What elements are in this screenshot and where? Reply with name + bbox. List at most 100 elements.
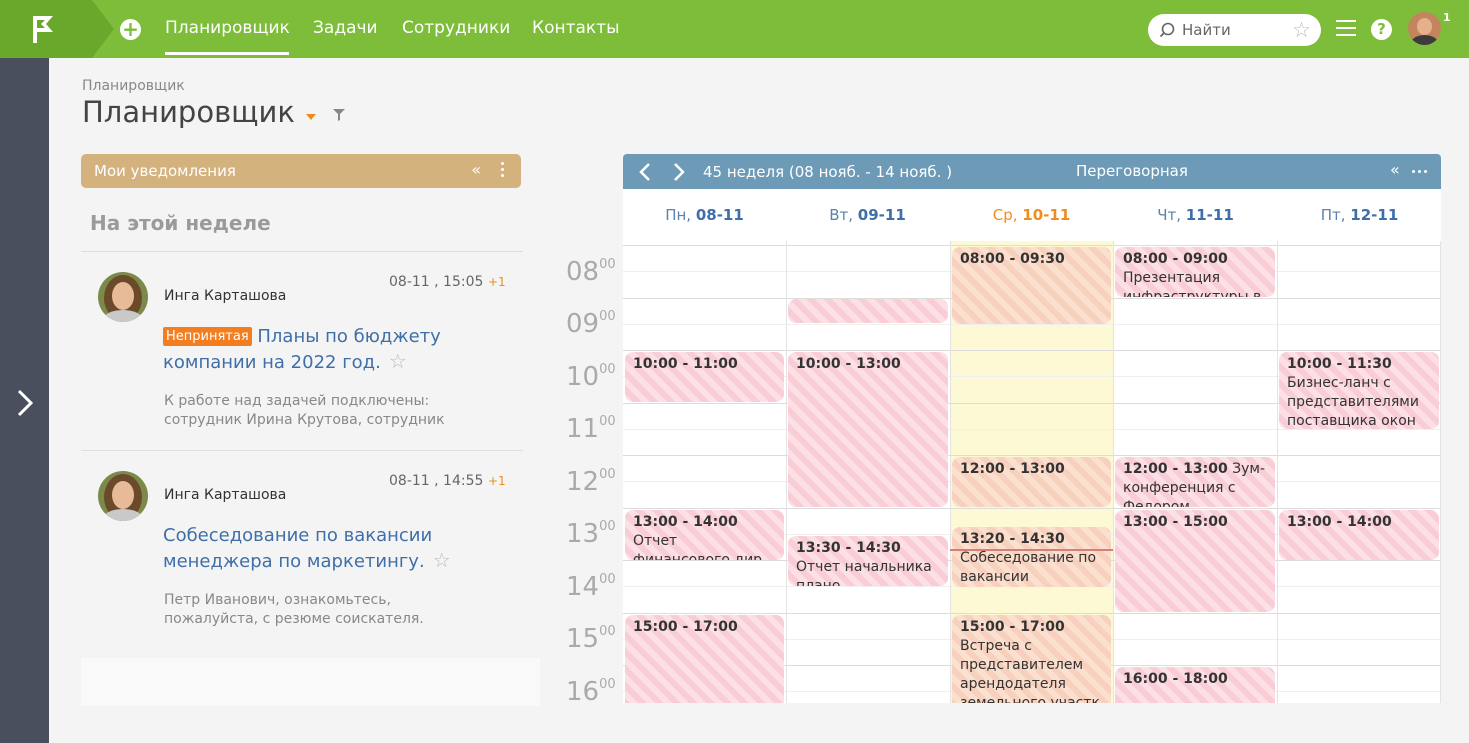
event-time: 13:00 - 14:00 bbox=[633, 514, 738, 530]
filter-icon[interactable] bbox=[333, 109, 345, 121]
hour-value: 08 bbox=[566, 257, 600, 287]
hour-minutes: 00 bbox=[599, 257, 616, 272]
day-divider bbox=[1277, 241, 1278, 703]
event[interactable]: 10:00 - 11:00 bbox=[625, 352, 784, 402]
hour-value: 16 bbox=[566, 677, 600, 707]
event[interactable]: 12:00 - 13:00 bbox=[952, 457, 1111, 507]
event[interactable]: 13:00 - 15:00 bbox=[1115, 510, 1275, 612]
day-name: Пт, bbox=[1320, 206, 1346, 224]
logo[interactable] bbox=[0, 0, 92, 58]
event[interactable]: 15:00 - 17:00 Встреча с представителем а… bbox=[952, 615, 1111, 703]
day-date: 08-11 bbox=[695, 206, 744, 224]
divider bbox=[81, 450, 523, 451]
caret-down-icon[interactable] bbox=[306, 114, 316, 120]
hour-minutes: 00 bbox=[599, 362, 616, 377]
star-icon[interactable]: ☆ bbox=[433, 548, 451, 572]
status-badge: Непринятая bbox=[163, 327, 252, 346]
hour-line bbox=[623, 350, 1441, 351]
chevron-left-icon[interactable] bbox=[638, 162, 652, 182]
notifications-title: Мои уведомления bbox=[94, 162, 236, 180]
week-range: 45 неделя (08 нояб. - 14 нояб. ) bbox=[703, 163, 953, 181]
half-hour-line bbox=[623, 429, 1441, 430]
hamburger-menu-icon[interactable] bbox=[1336, 20, 1356, 38]
event-time: 12:00 - 13:00 bbox=[960, 461, 1065, 477]
notification-plus: +1 bbox=[488, 474, 506, 488]
event-time: 13:20 - 14:30 bbox=[960, 531, 1065, 547]
day-date: 10-11 bbox=[1022, 206, 1071, 224]
chevron-right-icon[interactable] bbox=[672, 162, 686, 182]
hour-minutes: 00 bbox=[599, 677, 616, 692]
day-header[interactable]: Вт, 09-11 bbox=[786, 206, 949, 224]
hour-line bbox=[623, 455, 1441, 456]
event[interactable]: 08:00 - 09:30 bbox=[952, 247, 1111, 324]
star-icon[interactable]: ☆ bbox=[1292, 18, 1311, 42]
page-title: Планировщик bbox=[82, 95, 295, 129]
day-name: Ср, bbox=[992, 206, 1018, 224]
more-horizontal-icon[interactable] bbox=[1412, 170, 1430, 174]
event[interactable]: 15:00 - 17:00 bbox=[625, 615, 784, 703]
event[interactable]: 08:00 - 09:00 Презентация инфраструктуры… bbox=[1115, 247, 1275, 297]
hour-label: 1500 bbox=[566, 619, 616, 652]
nav-contacts[interactable]: Контакты bbox=[532, 18, 620, 38]
event-title: Отчет финансового дир bbox=[633, 533, 763, 560]
hour-value: 11 bbox=[566, 414, 600, 444]
chevron-right-icon[interactable] bbox=[15, 388, 35, 418]
nav-employees[interactable]: Сотрудники bbox=[402, 18, 510, 38]
nav-planner[interactable]: Планировщик bbox=[165, 18, 290, 38]
breadcrumb[interactable]: Планировщик bbox=[82, 78, 185, 94]
notification-author[interactable]: Инга Карташова bbox=[164, 288, 286, 304]
hour-value: 14 bbox=[566, 572, 600, 602]
notification-title[interactable]: Собеседование по вакансии менеджера по м… bbox=[163, 525, 432, 572]
collapse-icon[interactable]: « bbox=[1390, 160, 1400, 179]
day-date: 11-11 bbox=[1185, 206, 1234, 224]
notification-time: 08-11 , 14:55 bbox=[389, 473, 484, 489]
event[interactable]: 10:00 - 13:00 bbox=[788, 352, 948, 507]
current-time-line bbox=[950, 549, 1113, 551]
event[interactable]: 13:00 - 14:00 Отчет финансового дир bbox=[625, 510, 784, 560]
event[interactable] bbox=[788, 299, 948, 323]
day-header-today[interactable]: Ср, 10-11 bbox=[950, 206, 1113, 224]
calendar-header: 45 неделя (08 нояб. - 14 нояб. ) Перегов… bbox=[623, 154, 1441, 189]
user-avatar[interactable] bbox=[1408, 12, 1441, 45]
logo-arrow bbox=[92, 0, 114, 58]
event[interactable]: 12:00 - 13:00 Зум-конференция с Федором … bbox=[1115, 457, 1275, 507]
search-input[interactable] bbox=[1182, 19, 1292, 41]
event[interactable]: 13:30 - 14:30 Отчет начальника плано bbox=[788, 536, 948, 586]
add-icon[interactable]: + bbox=[120, 19, 141, 40]
help-icon[interactable]: ? bbox=[1371, 19, 1392, 40]
day-divider bbox=[1113, 241, 1114, 703]
notification-link[interactable]: Непринятая Планы по бюджету компании на … bbox=[163, 325, 463, 375]
event-time: 10:00 - 11:30 bbox=[1287, 356, 1392, 372]
nav-tasks[interactable]: Задачи bbox=[313, 18, 378, 38]
week-label: На этой неделе bbox=[90, 211, 271, 235]
notification-plus: +1 bbox=[488, 275, 506, 289]
notification-desc-line: К работе над задачей подключены: bbox=[164, 393, 430, 409]
day-header[interactable]: Пн, 08-11 bbox=[623, 206, 786, 224]
star-icon[interactable]: ☆ bbox=[389, 349, 407, 373]
day-header[interactable]: Пт, 12-11 bbox=[1278, 206, 1441, 224]
more-vertical-icon[interactable] bbox=[501, 162, 505, 180]
notification-desc: Петр Иванович, ознакомьтесь, пожалуйста,… bbox=[164, 591, 424, 629]
search-icon bbox=[1159, 22, 1175, 38]
notification-desc-line: пожалуйста, с резюме соискателя. bbox=[164, 611, 424, 627]
hour-value: 10 bbox=[566, 362, 600, 392]
event[interactable]: 10:00 - 11:30 Бизнес-ланч с представител… bbox=[1279, 352, 1439, 429]
event-time: 15:00 - 17:00 bbox=[633, 619, 738, 635]
notifications-footer bbox=[81, 658, 540, 706]
event-time: 08:00 - 09:30 bbox=[960, 251, 1065, 267]
notification-link[interactable]: Собеседование по вакансии менеджера по м… bbox=[163, 524, 463, 574]
day-header[interactable]: Чт, 11-11 bbox=[1114, 206, 1277, 224]
event-title: Встреча с представителем арендодателя зе… bbox=[960, 638, 1100, 703]
event[interactable]: 13:20 - 14:30 Собеседование по вакансии … bbox=[952, 527, 1111, 587]
hour-line bbox=[623, 245, 1441, 246]
hour-value: 09 bbox=[566, 309, 600, 339]
event[interactable]: 13:00 - 14:00 bbox=[1279, 510, 1439, 560]
collapse-icon[interactable]: « bbox=[471, 160, 481, 179]
event-title: Презентация инфраструктуры в целом bbox=[1123, 270, 1262, 297]
notifications-header: Мои уведомления « bbox=[81, 154, 521, 188]
event-time: 16:00 - 18:00 bbox=[1123, 671, 1228, 687]
notification-author[interactable]: Инга Карташова bbox=[164, 487, 286, 503]
event[interactable]: 16:00 - 18:00 bbox=[1115, 667, 1275, 703]
hour-minutes: 00 bbox=[599, 309, 616, 324]
room-name[interactable]: Переговорная bbox=[1076, 162, 1188, 180]
